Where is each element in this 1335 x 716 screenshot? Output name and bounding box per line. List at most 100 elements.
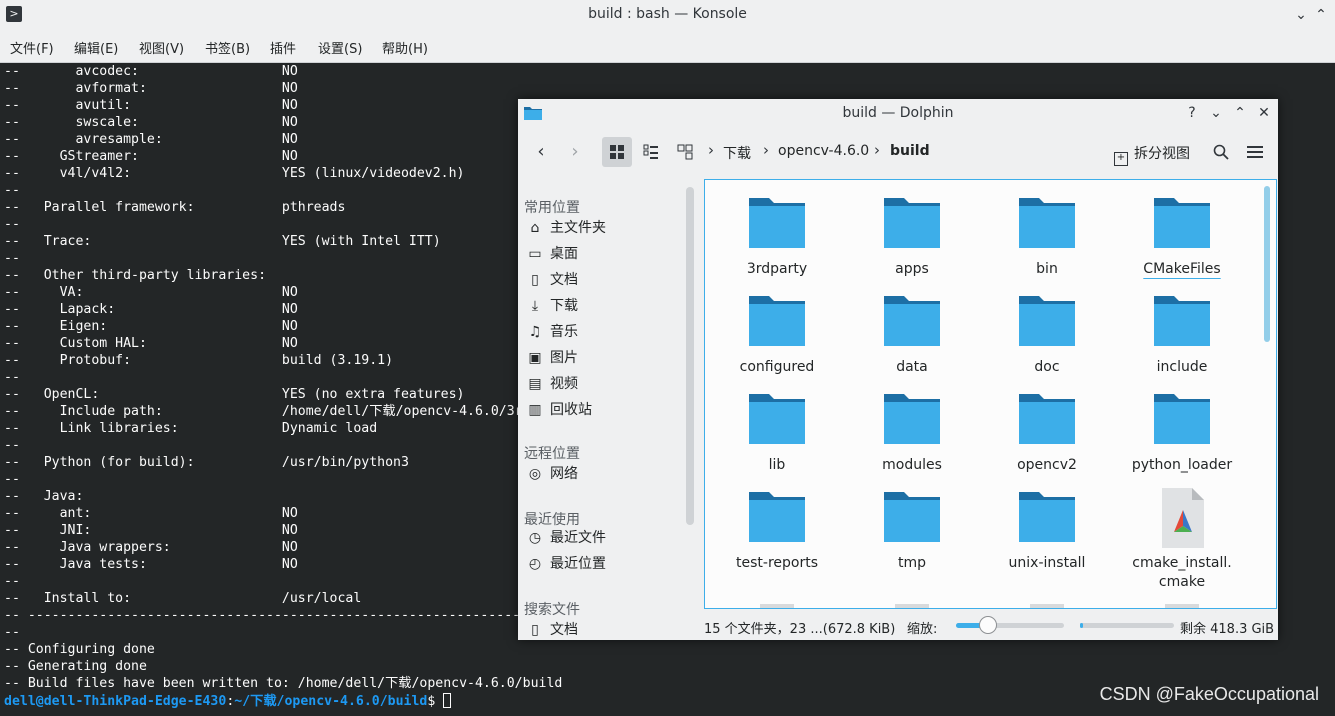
minimize-chevron-icon[interactable]: ⌄ — [1290, 4, 1312, 26]
maximize-chevron-icon[interactable]: ⌃ — [1310, 4, 1332, 26]
terminal-line: -- JNI: NO — [4, 523, 298, 538]
terminal-line: -- v4l/v4l2: YES (linux/videodev2.h) — [4, 166, 465, 181]
breadcrumb-opencv[interactable]: opencv-4.6.0 — [778, 143, 869, 159]
compact-view-icon[interactable] — [636, 137, 666, 167]
terminal-line: -- — [4, 251, 20, 266]
sidebar-item-places-2[interactable]: ▯ 文档 — [526, 269, 578, 291]
folder-icon — [747, 194, 807, 250]
folder-item[interactable]: apps — [852, 194, 972, 279]
search-icon[interactable] — [1206, 137, 1236, 167]
menu-plugins[interactable]: 插件 — [270, 38, 296, 57]
zoom-slider[interactable] — [956, 616, 1064, 634]
sidebar-item-places-1[interactable]: ▭ 桌面 — [526, 243, 578, 265]
pictures-icon: ▣ — [528, 350, 542, 366]
folder-icon — [1017, 390, 1077, 446]
terminal-line: -- — [4, 217, 20, 232]
cmake-file-icon — [1152, 488, 1212, 548]
sidebar-item-recent-1[interactable]: ◴ 最近位置 — [526, 553, 606, 575]
terminal-line: -- Generating done — [4, 659, 147, 674]
file-item[interactable]: cmake_install. cmake — [1122, 488, 1242, 592]
sidebar-item-label: 桌面 — [550, 246, 578, 262]
minimize-icon[interactable]: ⌄ — [1206, 103, 1226, 123]
terminal-line: -- avresample: NO — [4, 132, 298, 147]
sidebar-heading-search: 搜索文件 — [524, 602, 580, 618]
terminal-line: -- — [4, 370, 20, 385]
item-name: 3rdparty — [746, 261, 808, 277]
download-icon: ⤓ — [531, 298, 539, 314]
breadcrumb-downloads[interactable]: 下载 — [723, 143, 751, 163]
terminal-line: -- Build files have been written to: /ho… — [4, 676, 563, 691]
folder-item[interactable]: unix-install — [987, 488, 1107, 573]
menu-view[interactable]: 视图(V) — [139, 38, 184, 57]
partial-item — [1165, 604, 1199, 608]
folder-item[interactable]: include — [1122, 292, 1242, 377]
icons-view-icon[interactable] — [602, 137, 632, 167]
item-name: data — [896, 359, 928, 375]
menu-help[interactable]: 帮助(H) — [382, 38, 428, 57]
folder-item[interactable]: 3rdparty — [717, 194, 837, 279]
folder-item[interactable]: tmp — [852, 488, 972, 573]
breadcrumb-build[interactable]: build — [890, 143, 930, 159]
desktop-icon: ▭ — [528, 246, 542, 262]
terminal-line: -- Configuring done — [4, 642, 155, 657]
sidebar-item-recent-0[interactable]: ◷ 最近文件 — [526, 527, 606, 549]
item-name: apps — [895, 261, 929, 277]
folder-icon — [747, 390, 807, 446]
folder-icon — [882, 390, 942, 446]
folder-icon — [1017, 292, 1077, 348]
dolphin-title: build — Dolphin — [842, 105, 954, 121]
sidebar-item-remote-0[interactable]: ◎ 网络 — [526, 463, 578, 485]
sidebar-item-places-5[interactable]: ▣ 图片 — [526, 347, 578, 369]
help-icon[interactable]: ? — [1182, 103, 1202, 123]
terminal-line: -- Link libraries: Dynamic load — [4, 421, 378, 436]
recent-locations-icon: ◴ — [528, 556, 542, 572]
item-name: cmake_install. cmake — [1132, 555, 1232, 590]
places-sidebar: 常用位置 ⌂ 主文件夹 ▭ 桌面 ▯ 文档 ⤓ 下载 ♫ 音乐 ▣ 图片 ▤ 视频 ▥ 回收站 远程位置 ◎ 网络 最近… — [518, 179, 686, 640]
file-view[interactable]: 3rdparty apps bin CMakeFiles configured data d… — [704, 179, 1277, 609]
dolphin-window: build — Dolphin ? ⌄ ⌃ ✕ ‹ › › 下载 › openc… — [518, 99, 1278, 640]
sidebar-item-places-4[interactable]: ♫ 音乐 — [526, 321, 578, 343]
terminal-line: -- avformat: NO — [4, 81, 298, 96]
hamburger-menu-icon[interactable] — [1240, 137, 1270, 167]
menu-edit[interactable]: 编辑(E) — [74, 38, 118, 57]
menu-file[interactable]: 文件(F) — [10, 38, 54, 57]
sidebar-scrollbar[interactable] — [686, 187, 694, 525]
split-view-button[interactable]: + 拆分视图 — [1114, 143, 1190, 166]
network-icon: ◎ — [528, 466, 542, 482]
maximize-icon[interactable]: ⌃ — [1230, 103, 1250, 123]
forward-chevron-icon[interactable]: › — [560, 137, 590, 167]
details-view-icon[interactable] — [670, 137, 700, 167]
sidebar-item-places-7[interactable]: ▥ 回收站 — [526, 399, 592, 421]
terminal-prompt-line: dell@dell-ThinkPad-Edge-E430:~/下载/opencv… — [4, 693, 452, 710]
folder-item[interactable]: bin — [987, 194, 1107, 279]
folder-item[interactable]: modules — [852, 390, 972, 475]
music-icon: ♫ — [528, 324, 542, 340]
sidebar-item-places-0[interactable]: ⌂ 主文件夹 — [526, 217, 606, 239]
zoom-slider-handle[interactable] — [979, 616, 998, 634]
terminal-line: -- — [4, 574, 20, 589]
folder-item[interactable]: lib — [717, 390, 837, 475]
close-icon[interactable]: ✕ — [1254, 103, 1274, 123]
sidebar-item-search-0[interactable]: ▯ 文档 — [526, 619, 578, 641]
folder-item[interactable]: data — [852, 292, 972, 377]
folder-icon — [1017, 194, 1077, 250]
folder-item[interactable]: opencv2 — [987, 390, 1107, 475]
folder-icon — [882, 292, 942, 348]
status-bar: 15 个文件夹，23 ...(672.8 KiB) 缩放: 剩余 418.3 G… — [704, 611, 1278, 639]
terminal-line: -- ant: NO — [4, 506, 298, 521]
folder-item[interactable]: configured — [717, 292, 837, 377]
folder-item[interactable]: doc — [987, 292, 1107, 377]
sidebar-item-places-3[interactable]: ⤓ 下载 — [526, 295, 578, 317]
menu-bookmarks[interactable]: 书签(B) — [205, 38, 250, 57]
back-chevron-icon[interactable]: ‹ — [526, 137, 556, 167]
sidebar-item-places-6[interactable]: ▤ 视频 — [526, 373, 578, 395]
sidebar-item-label: 最近文件 — [550, 530, 606, 546]
partial-item — [760, 604, 794, 608]
terminal-line: -- OpenCL: YES (no extra features) — [4, 387, 465, 402]
folder-item[interactable]: python_loader — [1122, 390, 1242, 475]
folder-item[interactable]: CMakeFiles — [1122, 194, 1242, 279]
file-view-scrollbar[interactable] — [1264, 186, 1270, 342]
menu-settings[interactable]: 设置(S) — [318, 38, 362, 57]
folder-icon — [747, 488, 807, 544]
folder-item[interactable]: test-reports — [717, 488, 837, 573]
